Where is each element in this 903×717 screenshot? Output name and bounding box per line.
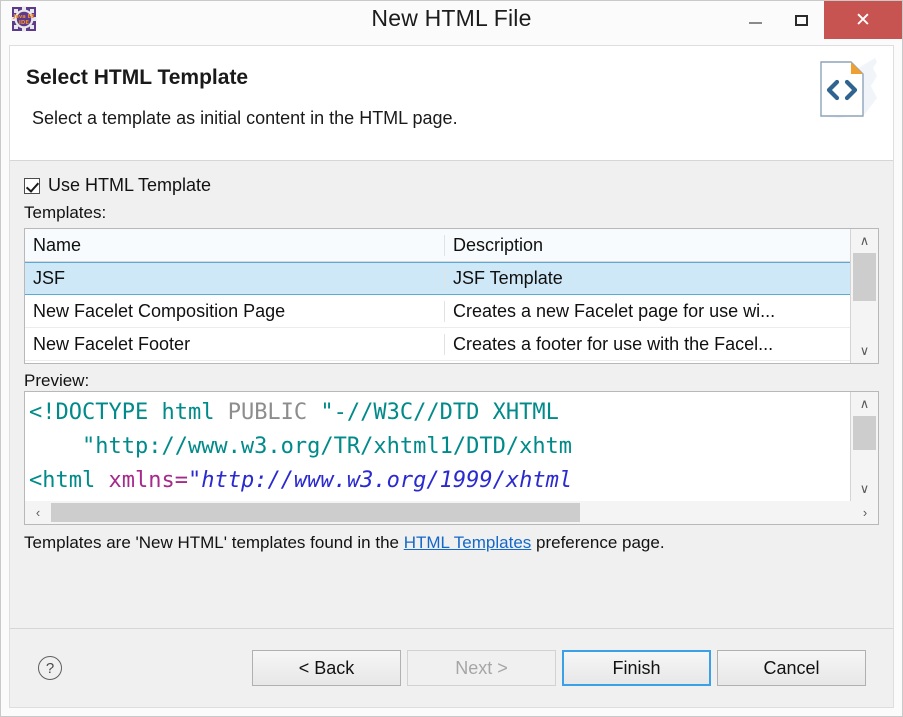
cell-name: JSF (25, 268, 445, 289)
scroll-up-icon[interactable]: ∧ (851, 229, 878, 253)
maximize-icon (794, 14, 808, 26)
use-html-template-checkbox[interactable] (24, 177, 40, 194)
cell-name: New Facelet Composition Page (25, 300, 445, 322)
column-header-name[interactable]: Name (25, 234, 445, 256)
scroll-down-icon[interactable]: ∨ (851, 477, 878, 501)
title-bar: Java EE IDE New HTML File ✕ (1, 1, 902, 39)
scroll-thumb[interactable] (853, 253, 876, 301)
preview-code: <!DOCTYPE html PUBLIC "-//W3C//DTD XHTML… (29, 400, 573, 493)
table-row[interactable]: New Facelet Header Creates a header for … (25, 361, 850, 363)
table-row[interactable]: New Facelet Footer Creates a footer for … (25, 328, 850, 361)
finish-button[interactable]: Finish (562, 650, 711, 686)
help-icon[interactable]: ? (38, 656, 62, 680)
html-file-icon (799, 56, 879, 122)
page-title: Select HTML Template (26, 66, 249, 89)
preview-pane[interactable]: <!DOCTYPE html PUBLIC "-//W3C//DTD XHTML… (24, 391, 879, 501)
table-vertical-scrollbar[interactable]: ∧ ∨ (850, 229, 878, 363)
dialog-window: Java EE IDE New HTML File ✕ Select HTML … (0, 0, 903, 717)
wizard-dialog: Select HTML Template Select a template a… (9, 45, 894, 708)
footnote-after: preference page. (531, 533, 665, 552)
close-button[interactable]: ✕ (824, 1, 902, 39)
footnote-before: Templates are 'New HTML' templates found… (24, 533, 404, 552)
maximize-button[interactable] (778, 1, 824, 39)
scroll-up-icon[interactable]: ∧ (851, 392, 878, 416)
use-html-template-row[interactable]: Use HTML Template (24, 175, 879, 196)
html-templates-link[interactable]: HTML Templates (404, 533, 532, 552)
scroll-thumb[interactable] (51, 503, 580, 522)
templates-label: Templates: (24, 203, 107, 222)
table-row[interactable]: New Facelet Composition Page Creates a n… (25, 295, 850, 328)
scroll-track[interactable] (851, 253, 878, 339)
button-group: < Back Next > Finish Cancel (252, 650, 866, 686)
minimize-button[interactable] (732, 1, 778, 39)
scroll-thumb[interactable] (853, 416, 876, 450)
use-html-template-label: Use HTML Template (48, 175, 212, 195)
scroll-right-icon[interactable]: › (852, 505, 878, 520)
scroll-down-icon[interactable]: ∨ (851, 339, 878, 363)
scroll-track[interactable] (851, 416, 878, 477)
table-row[interactable]: JSF JSF Template (25, 262, 850, 295)
templates-table-body[interactable]: Name Description JSF JSF Template New Fa… (25, 229, 850, 363)
preview-vertical-scrollbar[interactable]: ∧ ∨ (850, 392, 878, 501)
preview-horizontal-scrollbar[interactable]: ‹ › (24, 501, 879, 525)
scroll-track[interactable] (51, 501, 852, 524)
close-icon: ✕ (855, 9, 871, 31)
cell-description: Creates a footer for use with the Facel.… (453, 333, 774, 354)
cancel-button[interactable]: Cancel (717, 650, 866, 686)
scroll-left-icon[interactable]: ‹ (25, 505, 51, 520)
cell-description: Creates a new Facelet page for use wi... (453, 300, 776, 321)
cell-name: New Facelet Footer (25, 333, 445, 355)
templates-table[interactable]: Name Description JSF JSF Template New Fa… (24, 228, 879, 364)
cell-description: JSF Template (453, 268, 563, 288)
dialog-button-bar: ? < Back Next > Finish Cancel (10, 628, 893, 707)
back-button[interactable]: < Back (252, 650, 401, 686)
next-button: Next > (407, 650, 556, 686)
table-header-row: Name Description (25, 229, 850, 262)
minimize-icon (748, 22, 762, 24)
column-header-description[interactable]: Description (445, 235, 850, 256)
wizard-content: Use HTML Template Templates: Name Descri… (10, 161, 893, 628)
wizard-header: Select HTML Template Select a template a… (10, 46, 893, 161)
page-subtitle: Select a template as initial content in … (32, 108, 458, 128)
templates-footnote: Templates are 'New HTML' templates found… (24, 533, 879, 553)
window-controls: ✕ (732, 1, 902, 39)
preview-label: Preview: (24, 371, 90, 390)
